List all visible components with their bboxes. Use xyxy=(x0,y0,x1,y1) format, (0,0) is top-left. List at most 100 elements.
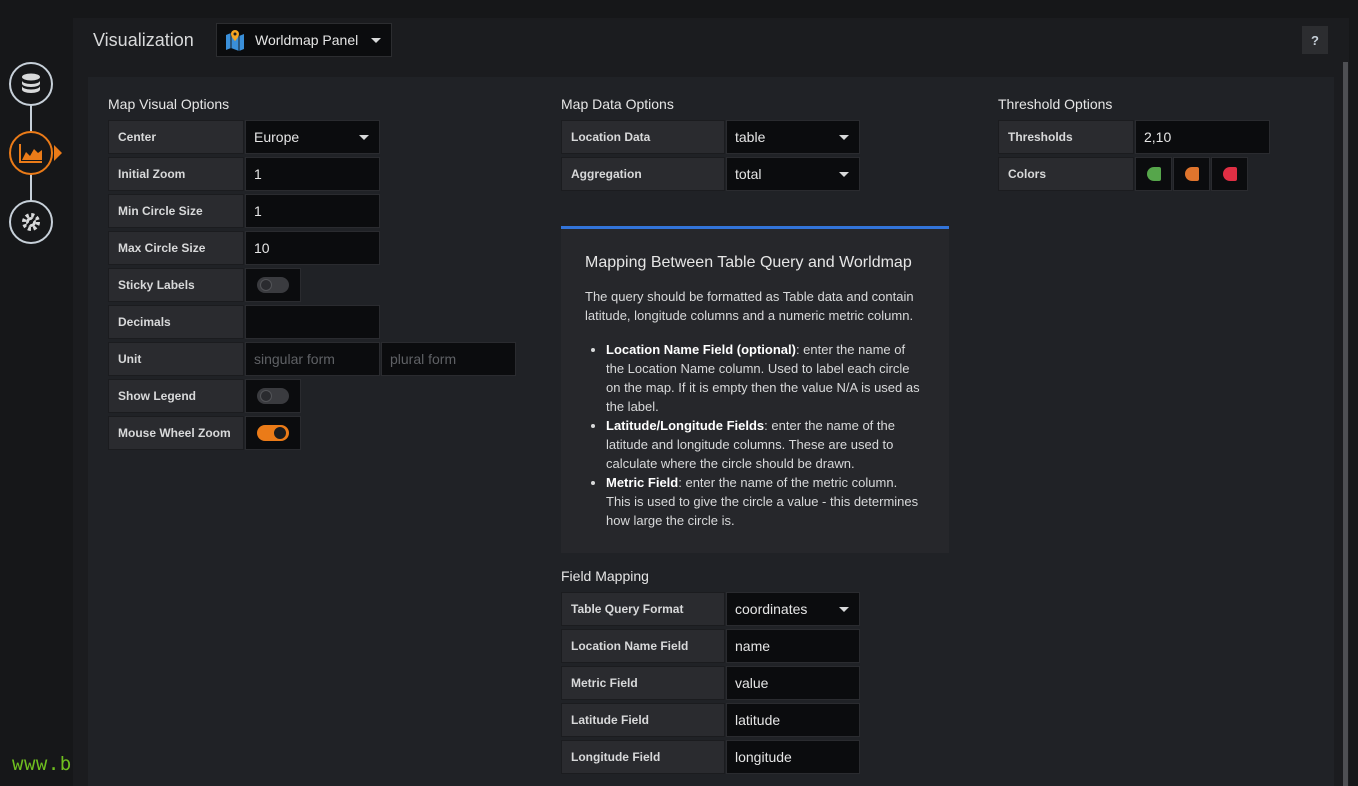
threshold-options-title: Threshold Options xyxy=(998,96,1113,112)
mouse-wheel-zoom-toggle[interactable] xyxy=(257,425,289,441)
list-item: Latitude/Longitude Fields: enter the nam… xyxy=(606,416,925,473)
gear-wrench-icon xyxy=(22,213,40,231)
longitude-field-label: Longitude Field xyxy=(561,740,725,774)
center-label: Center xyxy=(108,120,244,154)
unit-plural-input[interactable]: plural form xyxy=(381,342,516,376)
center-value: Europe xyxy=(254,129,300,145)
area-chart-icon xyxy=(19,144,42,163)
mouse-wheel-zoom-row: Mouse Wheel Zoom xyxy=(108,416,301,450)
show-legend-row: Show Legend xyxy=(108,379,301,413)
caret-down-icon xyxy=(359,135,369,140)
longitude-field-row: Longitude Field longitude xyxy=(561,740,860,774)
color-swatch-3 xyxy=(1222,167,1237,181)
min-circle-size-label: Min Circle Size xyxy=(108,194,244,228)
location-data-label: Location Data xyxy=(561,120,725,154)
color-swatch-2 xyxy=(1184,167,1199,181)
caret-down-icon xyxy=(839,607,849,612)
metric-field-row: Metric Field value xyxy=(561,666,860,700)
mouse-wheel-zoom-label: Mouse Wheel Zoom xyxy=(108,416,244,450)
decimals-label: Decimals xyxy=(108,305,244,339)
aggregation-label: Aggregation xyxy=(561,157,725,191)
table-query-format-select[interactable]: coordinates xyxy=(726,592,860,626)
show-legend-toggle[interactable] xyxy=(257,388,289,404)
min-circle-size-input[interactable]: 1 xyxy=(245,194,380,228)
mapping-help-title: Mapping Between Table Query and Worldmap xyxy=(585,254,912,271)
initial-zoom-label: Initial Zoom xyxy=(108,157,244,191)
show-legend-toggle-box[interactable] xyxy=(245,379,301,413)
list-item-term: Location Name Field (optional) xyxy=(606,342,796,357)
sticky-labels-toggle[interactable] xyxy=(257,277,289,293)
color-picker-2[interactable] xyxy=(1173,157,1210,191)
initial-zoom-input[interactable]: 1 xyxy=(245,157,380,191)
sticky-labels-label: Sticky Labels xyxy=(108,268,244,302)
field-mapping-title: Field Mapping xyxy=(561,568,649,584)
mapping-help-intro: The query should be formatted as Table d… xyxy=(585,289,914,323)
center-select[interactable]: Europe xyxy=(245,120,380,154)
location-data-value: table xyxy=(735,129,766,145)
toggle-knob xyxy=(274,427,286,439)
sticky-labels-row: Sticky Labels xyxy=(108,268,301,302)
max-circle-size-row: Max Circle Size 10 xyxy=(108,231,380,265)
initial-zoom-row: Initial Zoom 1 xyxy=(108,157,380,191)
location-name-field-label: Location Name Field xyxy=(561,629,725,663)
sticky-labels-toggle-box[interactable] xyxy=(245,268,301,302)
aggregation-row: Aggregation total xyxy=(561,157,860,191)
thresholds-label: Thresholds xyxy=(998,120,1134,154)
location-name-field-input[interactable]: name xyxy=(726,629,860,663)
aggregation-select[interactable]: total xyxy=(726,157,860,191)
decimals-row: Decimals xyxy=(108,305,380,339)
help-button[interactable]: ? xyxy=(1302,26,1328,54)
scrollbar-thumb[interactable] xyxy=(1343,62,1348,786)
toggle-knob xyxy=(260,279,272,291)
latitude-field-input[interactable]: latitude xyxy=(726,703,860,737)
decimals-input[interactable] xyxy=(245,305,380,339)
min-circle-size-row: Min Circle Size 1 xyxy=(108,194,380,228)
metric-field-label: Metric Field xyxy=(561,666,725,700)
list-item-term: Latitude/Longitude Fields xyxy=(606,418,765,433)
metric-field-input[interactable]: value xyxy=(726,666,860,700)
caret-down-icon xyxy=(839,172,849,177)
colors-row: Colors xyxy=(998,157,1248,191)
longitude-field-input[interactable]: longitude xyxy=(726,740,860,774)
center-row: Center Europe xyxy=(108,120,380,154)
left-rail xyxy=(0,0,62,786)
mapping-help-box: Mapping Between Table Query and Worldmap… xyxy=(561,226,949,553)
location-data-row: Location Data table xyxy=(561,120,860,154)
color-picker-1[interactable] xyxy=(1135,157,1172,191)
max-circle-size-input[interactable]: 10 xyxy=(245,231,380,265)
max-circle-size-label: Max Circle Size xyxy=(108,231,244,265)
list-item: Location Name Field (optional): enter th… xyxy=(606,340,925,416)
show-legend-label: Show Legend xyxy=(108,379,244,413)
unit-singular-input[interactable]: singular form xyxy=(245,342,380,376)
unit-label: Unit xyxy=(108,342,244,376)
mapping-help-list: Location Name Field (optional): enter th… xyxy=(585,340,925,530)
mouse-wheel-zoom-toggle-box[interactable] xyxy=(245,416,301,450)
latitude-field-label: Latitude Field xyxy=(561,703,725,737)
caret-down-icon xyxy=(839,135,849,140)
table-query-format-label: Table Query Format xyxy=(561,592,725,626)
visualization-picker[interactable]: Worldmap Panel xyxy=(216,23,392,57)
location-name-field-row: Location Name Field name xyxy=(561,629,860,663)
table-query-format-row: Table Query Format coordinates xyxy=(561,592,860,626)
map-data-options-title: Map Data Options xyxy=(561,96,674,112)
unit-row: Unit singular form plural form xyxy=(108,342,516,376)
latitude-field-row: Latitude Field latitude xyxy=(561,703,860,737)
location-data-select[interactable]: table xyxy=(726,120,860,154)
visualization-name: Worldmap Panel xyxy=(255,32,359,48)
visualization-tab-button[interactable] xyxy=(9,131,62,175)
aggregation-value: total xyxy=(735,166,762,182)
caret-down-icon xyxy=(371,38,381,43)
table-query-format-value: coordinates xyxy=(735,601,808,617)
map-visual-options-title: Map Visual Options xyxy=(108,96,230,112)
thresholds-row: Thresholds 2,10 xyxy=(998,120,1270,154)
page-title: Visualization xyxy=(93,30,194,50)
thresholds-input[interactable]: 2,10 xyxy=(1135,120,1270,154)
list-item: Metric Field: enter the name of the metr… xyxy=(606,473,925,530)
queries-tab-button[interactable] xyxy=(9,62,53,106)
colors-label: Colors xyxy=(998,157,1134,191)
general-tab-button[interactable] xyxy=(9,200,53,244)
color-swatch-1 xyxy=(1146,167,1161,181)
color-picker-3[interactable] xyxy=(1211,157,1248,191)
database-icon xyxy=(22,73,40,93)
toggle-knob xyxy=(260,390,272,402)
